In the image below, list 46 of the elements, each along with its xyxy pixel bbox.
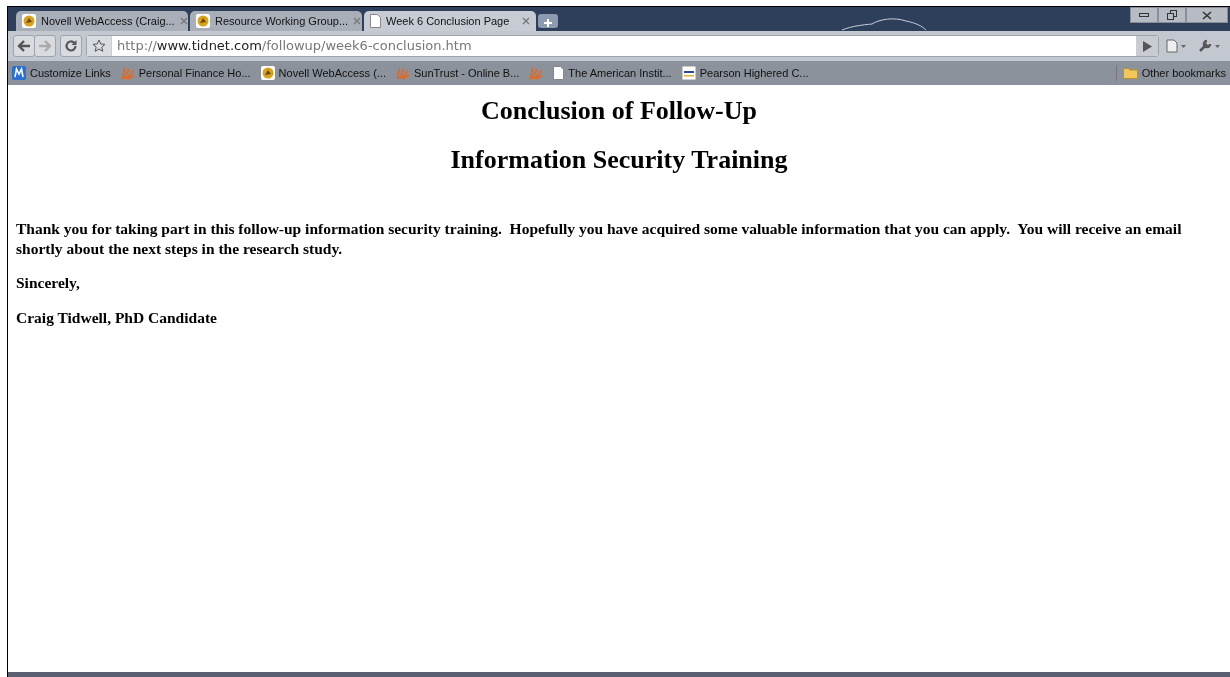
bookmark-item[interactable]: Pearson Highered C... xyxy=(681,64,809,82)
sunburst-icon xyxy=(120,66,135,80)
bird-logo-icon xyxy=(260,66,275,80)
play-icon xyxy=(1142,40,1152,52)
restore-icon xyxy=(1167,10,1177,20)
bookmark-item[interactable]: Novell WebAccess (... xyxy=(260,64,386,82)
wrench-icon xyxy=(1198,39,1222,53)
page-icon xyxy=(1166,39,1188,53)
bird-logo-icon xyxy=(22,14,36,28)
minimize-icon xyxy=(1139,13,1149,17)
restore-button[interactable] xyxy=(1158,7,1186,23)
body-paragraph: Craig Tidwell, PhD Candidate xyxy=(16,307,218,327)
bookmark-item[interactable]: SunTrust - Online B... xyxy=(396,64,520,82)
browser-tab[interactable]: Week 6 Conclusion Page xyxy=(364,11,536,31)
back-button[interactable] xyxy=(13,35,35,57)
close-icon xyxy=(1202,10,1212,20)
body-paragraph: Thank you for taking part in this follow-up information security training. Hopefully you have acquired some valuable information that you can apply. You will receive an email shortly about the next steps in the research study. xyxy=(16,219,1183,259)
folder-icon xyxy=(1122,67,1138,79)
back-arrow-icon xyxy=(17,40,31,52)
page-heading: Information Security Training xyxy=(449,144,789,176)
browser-tab[interactable]: Resource Working Group... xyxy=(190,11,362,31)
pearson-logo-icon xyxy=(681,66,696,80)
star-icon xyxy=(92,39,106,53)
bookmark-item[interactable]: The American Instit... xyxy=(553,64,672,82)
close-icon[interactable] xyxy=(522,17,530,25)
browser-tab[interactable]: Novell WebAccess (Craig... xyxy=(16,11,188,31)
bird-logo-icon xyxy=(196,14,210,28)
other-bookmarks-button[interactable]: Other bookmarks xyxy=(1115,64,1226,82)
reload-icon xyxy=(64,39,78,53)
bookmark-item[interactable]: Customize Links xyxy=(12,64,111,82)
address-bar[interactable]: http://www.tidnet.com/followup/week6-conclusion.htm xyxy=(86,35,1159,57)
sunburst-icon xyxy=(396,66,410,80)
m-logo-icon xyxy=(12,66,26,80)
reload-button[interactable] xyxy=(60,35,82,57)
plus-icon xyxy=(543,18,553,29)
new-tab-button[interactable] xyxy=(538,14,558,28)
page-icon xyxy=(370,14,381,28)
sunburst-icon xyxy=(529,66,544,80)
page-icon xyxy=(553,66,565,80)
url-text: http://www.tidnet.com/followup/week6-conclusion.htm xyxy=(116,37,472,56)
body-paragraph: Sincerely, xyxy=(16,273,81,293)
bookmark-item[interactable]: Personal Finance Ho... xyxy=(120,64,251,82)
minimize-button[interactable] xyxy=(1130,7,1158,23)
close-window-button[interactable] xyxy=(1186,7,1228,23)
page-heading: Conclusion of Follow-Up xyxy=(480,95,758,127)
forward-arrow-icon xyxy=(38,40,52,52)
